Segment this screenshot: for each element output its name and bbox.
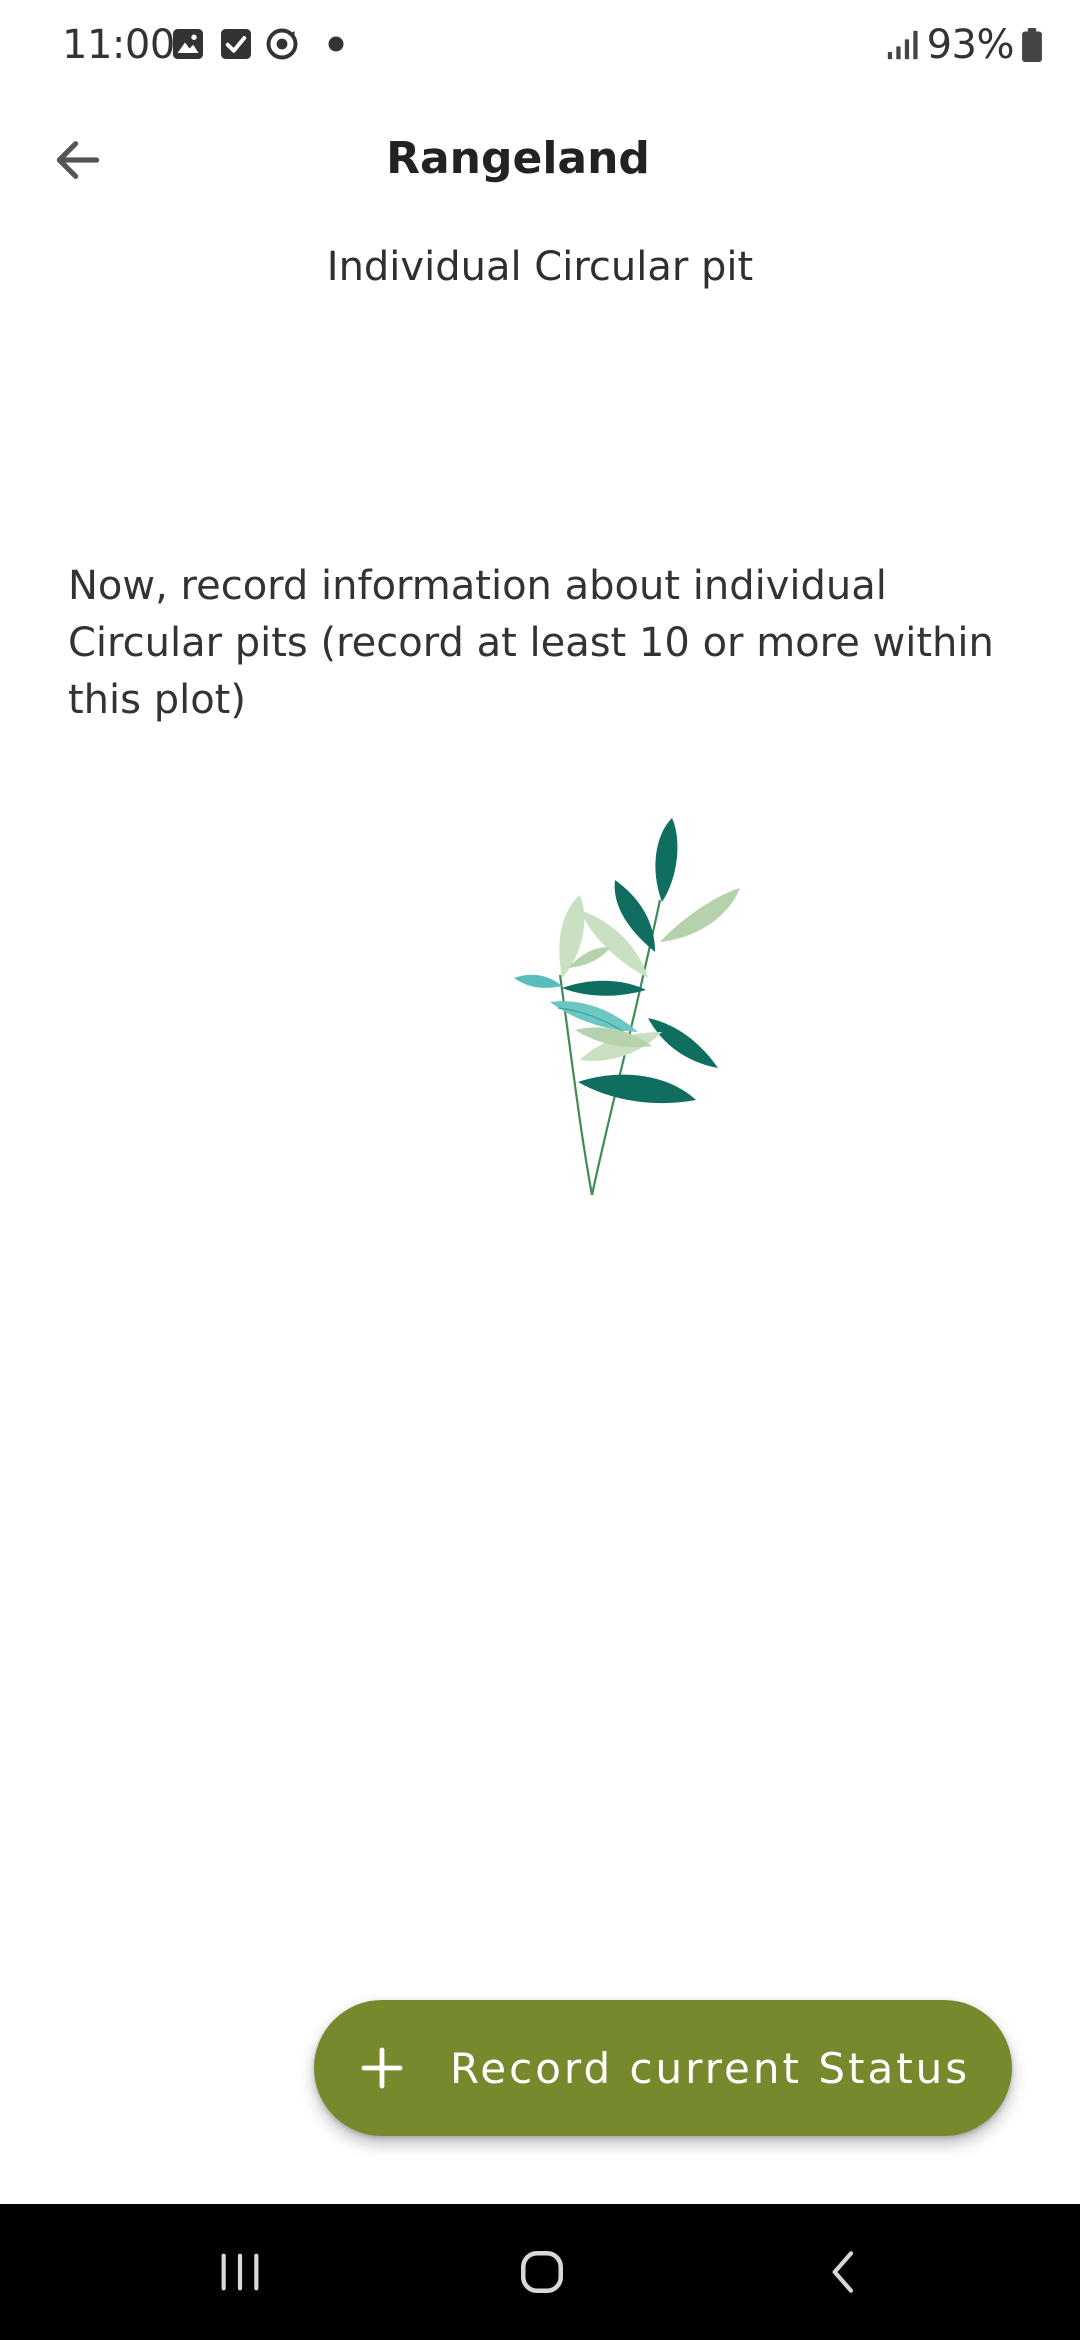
instruction-text: Now, record information about individual… [68,563,994,723]
home-icon [521,2251,563,2293]
record-current-status-button[interactable]: Record current Status [314,2000,1012,2136]
signal-icon [887,30,918,60]
recent-apps-icon [221,2253,259,2291]
leaves-illustration [514,818,740,1196]
dot-icon [328,36,344,52]
status-bar: 11:00 93% [0,0,1080,90]
page-title: Rangeland [386,133,650,184]
system-back-button[interactable] [796,2224,892,2320]
recent-apps-button[interactable] [192,2224,288,2320]
status-time: 11:00 [62,22,175,68]
battery-percent: 93% [926,22,1015,68]
fab-label: Record current Status [450,2043,971,2093]
battery-icon [1022,28,1042,62]
image-icon [173,29,203,59]
status-right-group: 93% [885,18,1044,72]
section-subtitle: Individual Circular pit [326,244,754,290]
system-nav-bar [0,2204,1080,2340]
sync-icon [266,28,298,60]
plus-icon [361,2047,403,2089]
home-button[interactable] [494,2224,590,2320]
back-chevron-icon [832,2251,854,2293]
checkbox-icon [221,29,251,59]
